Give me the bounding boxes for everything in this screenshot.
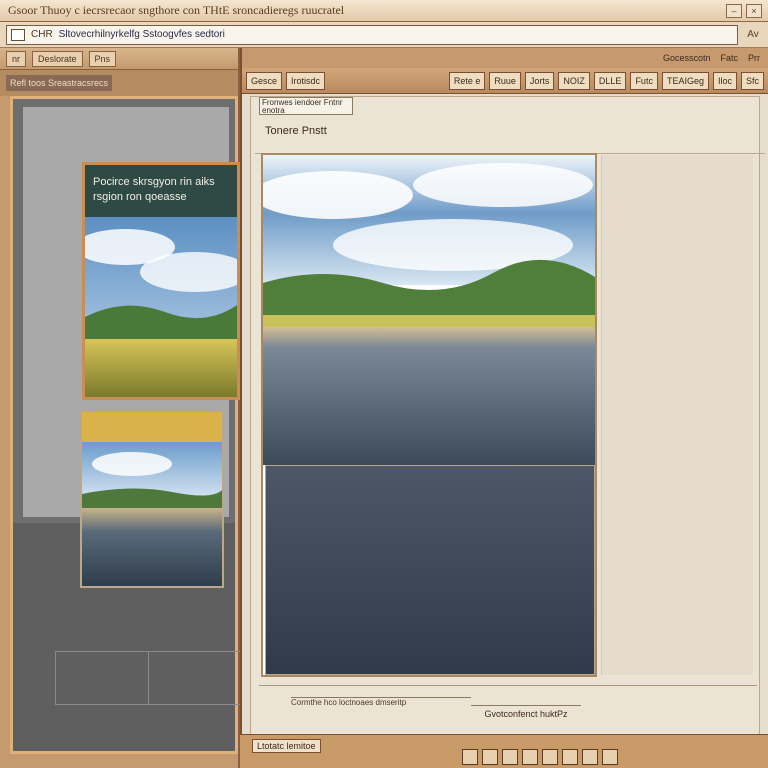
address-tag: CHR xyxy=(31,29,53,40)
editor-top-links: Gocesscotn Fatc Prr xyxy=(242,48,768,68)
tab-ruue[interactable]: Ruue xyxy=(489,71,521,90)
top-link[interactable]: Prr xyxy=(748,53,760,63)
left-tab-strip: Refl toos Sreastracsrecs xyxy=(0,70,238,96)
thumbnail-card[interactable] xyxy=(80,410,224,588)
grid-box xyxy=(55,651,241,705)
tab-dlle[interactable]: DLLE xyxy=(593,71,627,90)
footer-caption: Gvotconfenct huktPz xyxy=(471,705,581,721)
thumbnail-header xyxy=(82,412,222,442)
lake-landscape-image xyxy=(263,155,595,465)
window-title: Gsoor Thuoy c iecrsrecaor sngthore con T… xyxy=(8,3,345,17)
document-title: Tonere Pnstt xyxy=(265,125,327,137)
left-toolbar-button[interactable]: Pns xyxy=(88,50,117,67)
editor-tab-strip: Gesce Irotisdc Rete e Ruue Jorts NOIZ DL… xyxy=(242,68,768,94)
address-end-button[interactable]: Av xyxy=(744,29,762,40)
properties-column xyxy=(601,155,753,675)
tab-iloc[interactable]: Iloc xyxy=(712,71,737,90)
photo-lower-panel xyxy=(265,465,595,675)
tab-gesce[interactable]: Gesce xyxy=(246,71,283,90)
footer-note: Cormthe hco loctnoaes dmseritp xyxy=(291,697,471,709)
footer-divider xyxy=(259,685,757,686)
tab-rete[interactable]: Rete e xyxy=(448,71,486,90)
tab-futc[interactable]: Futc xyxy=(630,71,658,90)
top-link[interactable]: Gocesscotn xyxy=(663,53,711,63)
editor-window: Gocesscotn Fatc Prr Gesce Irotisdc Rete … xyxy=(240,48,768,768)
prev-page-button[interactable] xyxy=(482,749,498,765)
main-photo[interactable] xyxy=(261,153,597,677)
close-button[interactable]: × xyxy=(746,3,762,18)
tab-noiz[interactable]: NOIZ xyxy=(558,71,590,90)
minimize-button[interactable]: – xyxy=(726,3,742,18)
status-bar: Ltotatc lemitoe xyxy=(240,734,768,768)
page-button[interactable] xyxy=(522,749,538,765)
document-header: Fronwes iendoer Fntnr enotra xyxy=(259,97,353,115)
status-text: Ltotatc lemitoe xyxy=(252,739,321,753)
page-button[interactable] xyxy=(562,749,578,765)
page-icon xyxy=(11,28,25,41)
tab-irotisdc[interactable]: Irotisdc xyxy=(286,71,326,90)
left-toolbar-button[interactable]: Deslorate xyxy=(32,50,83,67)
tab-spacer xyxy=(329,72,445,90)
page-button[interactable] xyxy=(502,749,518,765)
left-toolbar: nr Deslorate Pns xyxy=(0,48,238,70)
address-input[interactable]: CHR Sltovecrhilnyrkelfg Sstoogvfes sedto… xyxy=(6,24,738,45)
address-bar: CHR Sltovecrhilnyrkelfg Sstoogvfes sedto… xyxy=(0,22,768,48)
preview-card[interactable]: Pocirce skrsgyon rin aiks rsgion ron qoe… xyxy=(82,162,240,400)
address-url: Sltovecrhilnyrkelfg Sstoogvfes sedtori xyxy=(58,29,225,40)
top-link[interactable]: Fatc xyxy=(720,53,738,63)
left-toolbar-button[interactable]: nr xyxy=(6,50,27,67)
tab-jorts[interactable]: Jorts xyxy=(524,71,555,90)
tab-sfc[interactable]: Sfc xyxy=(740,71,764,90)
left-tab[interactable]: Refl toos Sreastracsrecs xyxy=(6,75,113,91)
left-panel: nr Deslorate Pns Refl toos Sreastracsrec… xyxy=(0,48,241,768)
last-page-button[interactable] xyxy=(602,749,618,765)
thumbnail-image xyxy=(82,442,222,586)
tab-teaigeg[interactable]: TEAIGeg xyxy=(661,71,709,90)
card-caption: Pocirce skrsgyon rin aiks rsgion ron qoe… xyxy=(85,165,237,217)
page-button[interactable] xyxy=(542,749,558,765)
next-page-button[interactable] xyxy=(582,749,598,765)
title-bar: Gsoor Thuoy c iecrsrecaor sngthore con T… xyxy=(0,0,768,22)
landscape-image xyxy=(85,217,237,397)
document-area: Fronwes iendoer Fntnr enotra Tonere Pnst… xyxy=(250,96,765,746)
first-page-button[interactable] xyxy=(462,749,478,765)
